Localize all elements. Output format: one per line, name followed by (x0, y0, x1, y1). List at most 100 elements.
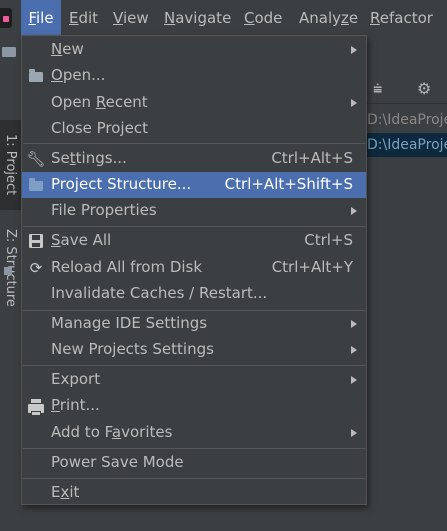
menu-item-export[interactable]: Export (22, 367, 366, 393)
menu-item-print[interactable]: Print... (22, 393, 366, 419)
menu-item-label: Power Save Mode (51, 453, 184, 471)
label-rest: pen... (62, 66, 106, 84)
menu-refactor[interactable]: Refactor (370, 0, 433, 35)
print-icon (27, 397, 45, 416)
menu-file-mnemonic: F (28, 9, 36, 27)
menu-item-label: Manage IDE Settings (51, 314, 208, 332)
shortcut-text: Ctrl+S (304, 231, 353, 249)
menu-analyze[interactable]: Analyze (299, 0, 358, 35)
menu-item-label: New (51, 40, 84, 58)
menu-item-manage-ide-settings[interactable]: Manage IDE Settings (22, 311, 366, 337)
open-folder-icon (27, 67, 45, 85)
menu-view-mnemonic: V (113, 9, 123, 27)
menu-view-label: iew (122, 9, 149, 27)
menu-navigate-label: avigate (175, 9, 232, 27)
submenu-arrow-icon (351, 99, 357, 107)
menu-item-label: Exit (51, 483, 79, 501)
label-rest: vorites (121, 423, 173, 441)
menu-navigate[interactable]: Navigate (164, 0, 231, 35)
menu-edit[interactable]: Edit (69, 0, 98, 35)
menu-code[interactable]: Code (244, 0, 282, 35)
menu-separator (23, 365, 365, 366)
menu-view[interactable]: View (113, 0, 149, 35)
save-icon (27, 232, 45, 250)
submenu-arrow-icon (351, 376, 357, 384)
menu-item-label: Close Project (51, 119, 148, 137)
collapse-all-icon[interactable]: ⩧ (373, 75, 382, 103)
menu-refactor-label: efactor (379, 9, 433, 27)
menu-item-project-structure[interactable]: Project Structure... Ctrl+Alt+Shift+S (22, 172, 366, 198)
reload-icon: ⟳ (29, 259, 43, 277)
menu-analyze-mnemonic: z (341, 9, 349, 27)
menu-item-label: Invalidate Caches / Restart... (51, 284, 268, 302)
menu-item-file-properties[interactable]: File Properties (22, 198, 366, 224)
menu-item-label: Export (51, 370, 101, 388)
menu-item-save-all[interactable]: Save All Ctrl+S (22, 228, 366, 254)
menu-file-label: ile (35, 9, 54, 27)
menu-item-close-project[interactable]: Close Project (22, 116, 366, 142)
shortcut-text: Ctrl+Alt+Y (271, 258, 353, 276)
menu-item-exit[interactable]: Exit (22, 480, 366, 506)
mnemonic: a (111, 423, 122, 441)
menu-file[interactable]: File (21, 0, 61, 35)
menu-separator (23, 226, 365, 227)
project-folder-icon (2, 47, 16, 57)
menu-item-label: Settings... (51, 149, 127, 167)
shortcut-text: Ctrl+Alt+Shift+S (224, 175, 353, 193)
tree-row-path: D:\IdeaProje (367, 137, 447, 153)
menu-item-open[interactable]: Open... (22, 63, 366, 89)
submenu-arrow-icon (351, 346, 357, 354)
menu-item-invalidate-caches[interactable]: Invalidate Caches / Restart... (22, 281, 366, 307)
menu-separator (23, 143, 365, 144)
shortcut-text: Ctrl+Alt+S (271, 149, 353, 167)
menu-item-label: Project Structure... (51, 175, 192, 193)
label-rest: tings... (75, 149, 127, 167)
menu-code-label: ode (254, 9, 283, 27)
menu-item-label: Save All (51, 231, 111, 249)
menu-item-label: Print... (51, 396, 100, 414)
menu-item-power-save-mode[interactable]: Power Save Mode (22, 450, 366, 476)
mnemonic: N (51, 40, 63, 58)
menu-navigate-mnemonic: N (164, 9, 176, 27)
menu-item-reload-all[interactable]: ⟳ Reload All from Disk Ctrl+Alt+Y (22, 255, 366, 281)
mnemonic: P (51, 396, 60, 414)
menu-item-label: New Projects Settings (51, 340, 214, 358)
menu-item-label: Add to Favorites (51, 423, 172, 441)
menu-analyze-label-end: e (348, 9, 359, 27)
label-rest: ew (62, 40, 84, 58)
label-start: Add to F (51, 423, 112, 441)
menu-separator (23, 448, 365, 449)
submenu-arrow-icon (351, 429, 357, 437)
gear-icon[interactable]: ⚙ (417, 75, 431, 103)
mnemonic: O (51, 66, 63, 84)
submenu-arrow-icon (351, 207, 357, 215)
project-structure-icon (27, 176, 45, 194)
label-rest: ave All (60, 231, 112, 249)
mnemonic: R (95, 93, 106, 111)
project-tab-label: 1: Project (3, 134, 18, 196)
intellij-logo-icon (0, 8, 12, 28)
tool-window-project-tab[interactable]: 1: Project (0, 120, 21, 210)
menu-item-open-recent[interactable]: Open Recent (22, 90, 366, 116)
submenu-arrow-icon (351, 320, 357, 328)
label-rest: ecent (105, 93, 148, 111)
menu-item-new-projects-settings[interactable]: New Projects Settings (22, 337, 366, 363)
menu-analyze-label-start: Analy (299, 9, 342, 27)
wrench-icon: 🔧︎ (26, 150, 46, 168)
menu-item-add-to-favorites[interactable]: Add to Favorites (22, 420, 366, 446)
menu-item-label: Open Recent (51, 93, 148, 111)
structure-icon (4, 267, 12, 275)
tree-row-path: D:\IdeaProje (367, 112, 447, 128)
left-tool-window-strip: 1: Project Z: Structure (0, 35, 22, 531)
menu-code-mnemonic: C (244, 9, 255, 27)
label-rest: it (69, 483, 80, 501)
menu-item-label: Reload All from Disk (51, 258, 203, 276)
menu-edit-label: dit (78, 9, 99, 27)
menu-item-new[interactable]: New (22, 37, 366, 63)
menu-refactor-mnemonic: R (370, 9, 380, 27)
mnemonic: S (51, 231, 61, 249)
menu-item-label: Open... (51, 66, 105, 84)
main-menu-bar: File Edit View Navigate Code Analyze Ref… (0, 0, 447, 35)
menu-item-settings[interactable]: 🔧︎ Settings... Ctrl+Alt+S (22, 146, 366, 172)
label-start: Open (51, 93, 96, 111)
